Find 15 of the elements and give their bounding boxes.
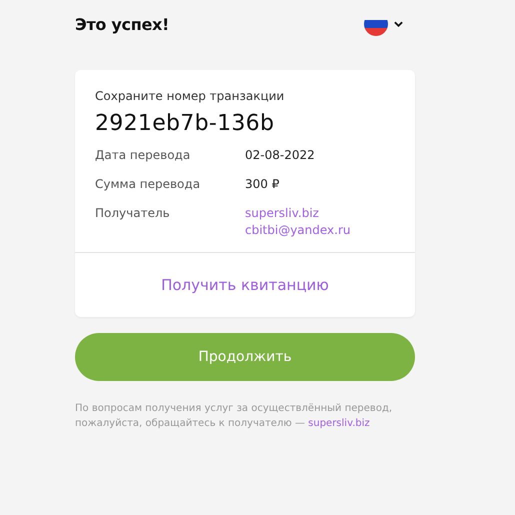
- chevron-down-icon: [394, 21, 403, 27]
- detail-value: 300 ₽: [245, 177, 280, 191]
- detail-link[interactable]: cbitbi@yandex.ru: [245, 223, 351, 237]
- transaction-number: 2921eb7b-136b: [95, 111, 276, 136]
- detail-label: Получатель: [95, 206, 171, 222]
- continue-button[interactable]: Продолжить: [75, 333, 415, 381]
- recipient-link[interactable]: supersliv.biz: [308, 418, 370, 429]
- detail-value: 02-08-2022: [245, 148, 315, 162]
- help-text: По вопросам получения услуг за осуществлённый перевод, пожалуйста, обращайтесь к получателю — supersliv.biz: [75, 402, 394, 431]
- detail-label: Сумма перевода: [95, 177, 202, 191]
- page-title: Это успех!: [75, 14, 170, 34]
- detail-link[interactable]: supersliv.biz: [245, 206, 351, 220]
- detail-label: Дата перевода: [95, 148, 192, 162]
- receipt-link[interactable]: Получить квитанцию: [161, 276, 329, 294]
- transaction-caption: Сохраните номер транзакции: [95, 89, 286, 103]
